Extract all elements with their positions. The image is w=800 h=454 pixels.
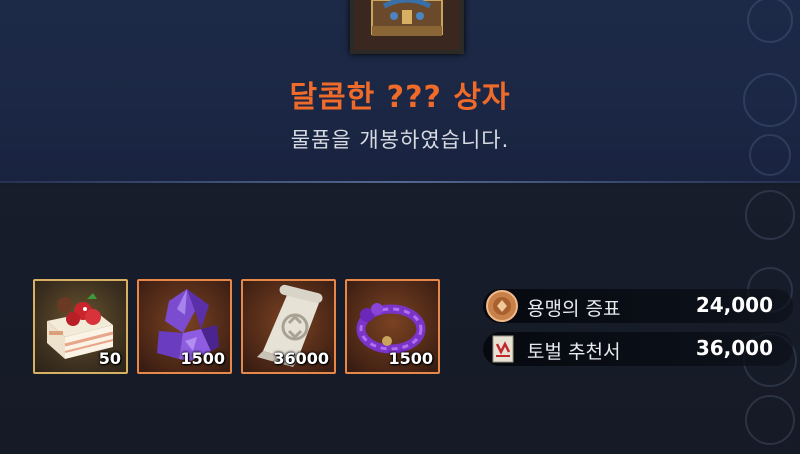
item-quantity: 36000 (273, 349, 329, 368)
reward-title: 달콤한 ??? 상자 (289, 80, 511, 115)
bronze-medal-icon (486, 290, 518, 322)
item-quantity: 1500 (388, 349, 433, 368)
background-ornament (743, 0, 797, 445)
item-quantity: 1500 (180, 349, 225, 368)
treasure-chest-icon (354, 0, 460, 50)
item-quantity: 50 (98, 349, 121, 368)
reward-subtitle: 물품을 개봉하였습니다. (290, 128, 510, 152)
subjugation-letter-icon (492, 335, 514, 363)
item-slot-scroll[interactable]: 36000 (241, 279, 336, 374)
currency-value: 36,000 (695, 336, 773, 360)
item-slot-purple-rope[interactable]: 1500 (345, 279, 440, 374)
currency-row-subjugation-letter: 토벌 추천서 36,000 (483, 332, 793, 366)
currency-name: 용맹의 증표 (527, 298, 621, 320)
currency-name: 토벌 추천서 (527, 341, 621, 363)
currency-row-valor-token: 용맹의 증표 24,000 (483, 289, 793, 323)
currency-value: 24,000 (695, 293, 773, 317)
chest-icon-frame (350, 0, 464, 54)
item-slot-purple-crystal[interactable]: 1500 (137, 279, 232, 374)
item-slot-strawberry-cake[interactable]: 50 (33, 279, 128, 374)
